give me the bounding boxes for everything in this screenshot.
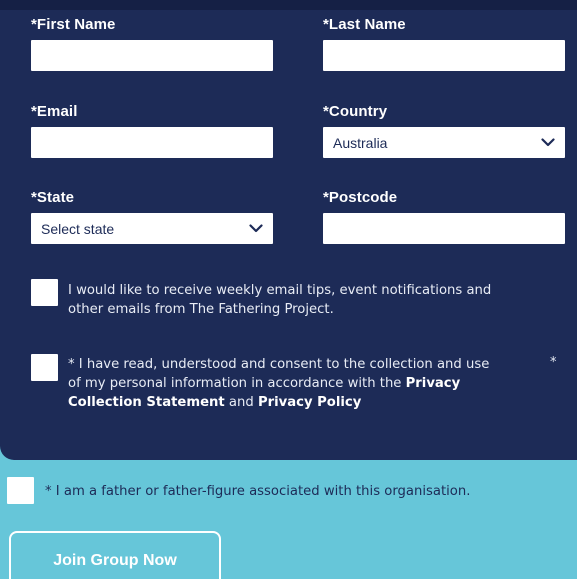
newsletter-text-line2: other emails from The Fathering Project. bbox=[68, 302, 334, 317]
consent-and-text: and bbox=[224, 395, 258, 410]
newsletter-label: I would like to receive weekly email tip… bbox=[68, 281, 558, 319]
newsletter-checkbox[interactable] bbox=[31, 279, 58, 306]
first-name-input[interactable] bbox=[31, 40, 273, 71]
privacy-policy-link[interactable]: Privacy Policy bbox=[258, 395, 361, 410]
last-name-input[interactable] bbox=[323, 40, 565, 71]
state-selected-value: Select state bbox=[41, 220, 115, 237]
email-label: *Email bbox=[31, 103, 78, 120]
postcode-label: *Postcode bbox=[323, 189, 398, 206]
father-label: * I am a father or father-figure associa… bbox=[45, 484, 471, 499]
newsletter-text-line1: I would like to receive weekly email tip… bbox=[68, 283, 492, 298]
first-name-label: *First Name bbox=[31, 16, 116, 33]
consent-required-star: * bbox=[550, 355, 557, 370]
father-checkbox[interactable] bbox=[7, 477, 34, 504]
join-group-button[interactable]: Join Group Now bbox=[9, 531, 221, 579]
last-name-label: *Last Name bbox=[323, 16, 406, 33]
country-selected-value: Australia bbox=[333, 134, 388, 151]
privacy-collection-link-part1[interactable]: Privacy bbox=[406, 376, 461, 391]
state-label: *State bbox=[31, 189, 75, 206]
email-input[interactable] bbox=[31, 127, 273, 158]
country-label: *Country bbox=[323, 103, 388, 120]
country-select[interactable]: Australia bbox=[323, 127, 565, 158]
chevron-down-icon bbox=[249, 224, 263, 233]
consent-text-line1: * I have read, understood and consent to… bbox=[68, 357, 490, 372]
consent-label: * I have read, understood and consent to… bbox=[68, 355, 548, 412]
chevron-down-icon bbox=[541, 138, 555, 147]
consent-checkbox[interactable] bbox=[31, 354, 58, 381]
privacy-collection-link-part2[interactable]: Collection Statement bbox=[68, 395, 225, 410]
state-select[interactable]: Select state bbox=[31, 213, 273, 244]
consent-text-line2: of my personal information in accordance… bbox=[68, 376, 406, 391]
postcode-input[interactable] bbox=[323, 213, 565, 244]
